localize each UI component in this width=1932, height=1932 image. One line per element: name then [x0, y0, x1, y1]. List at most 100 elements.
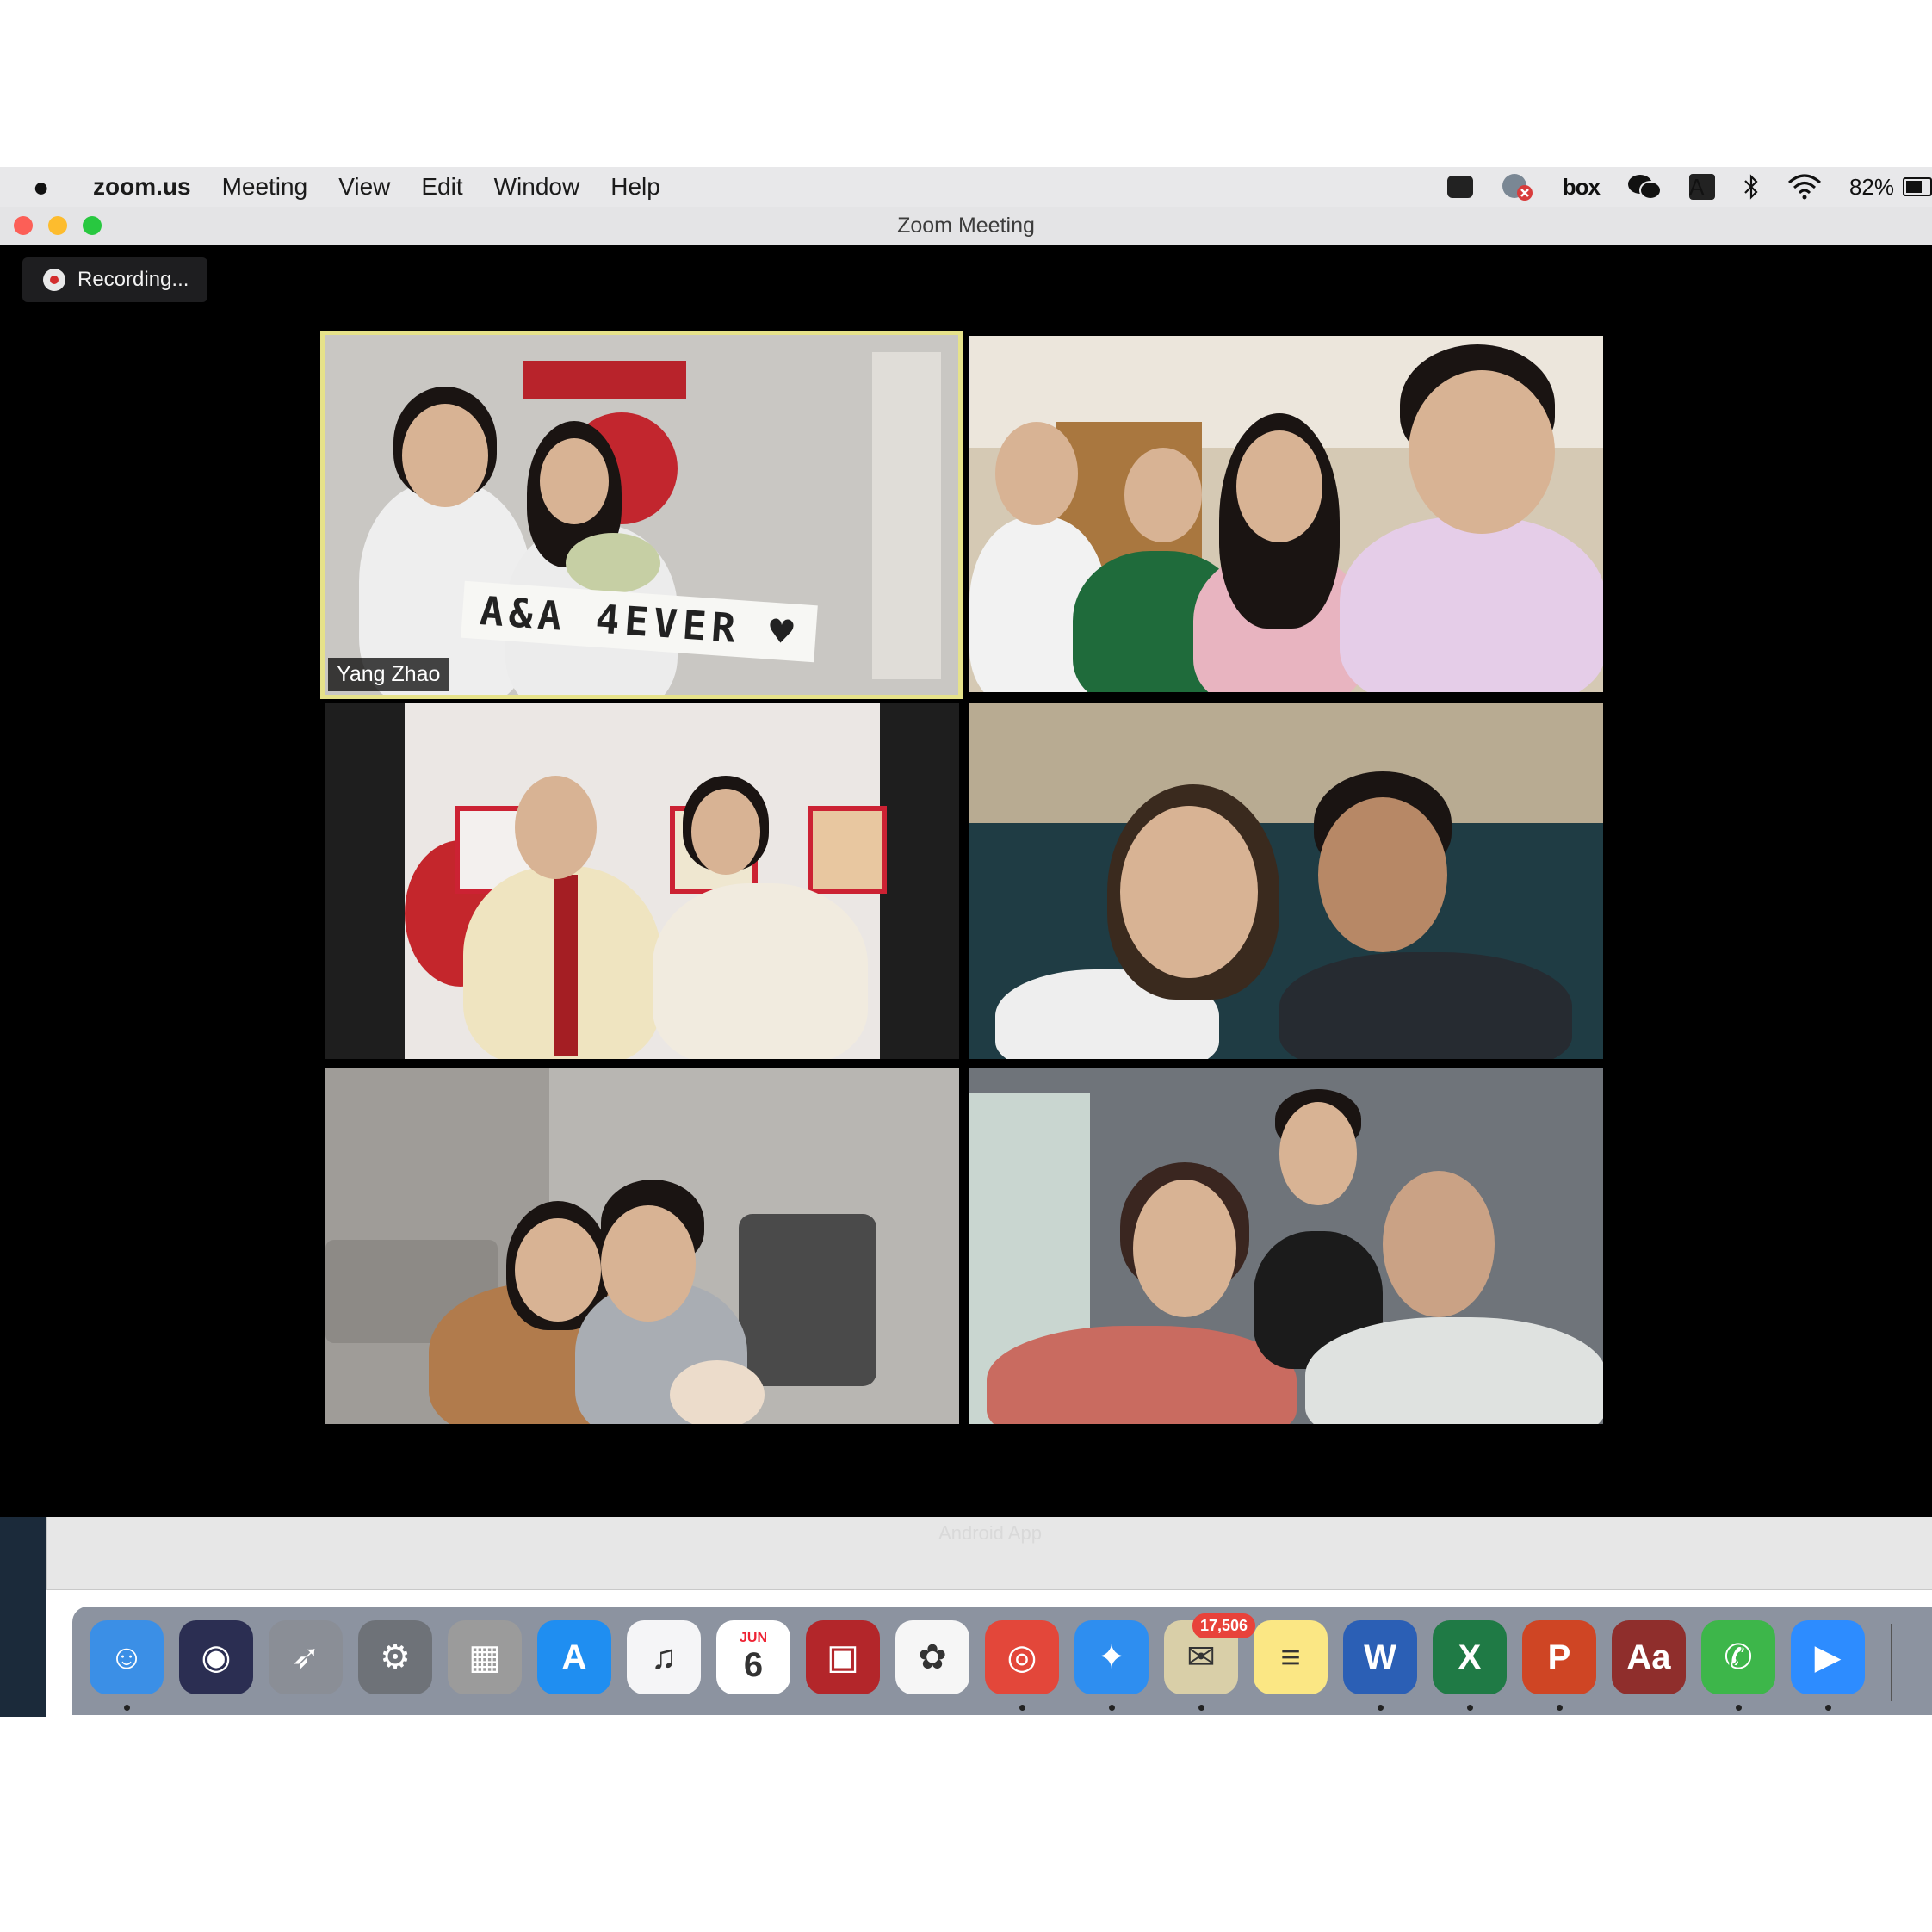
person-mother: [653, 883, 868, 1059]
person: [1340, 517, 1603, 692]
apple-menu-icon[interactable]: ●: [33, 167, 67, 207]
dock-glyph: 6: [743, 1645, 764, 1684]
world-map-wall: [969, 703, 1603, 823]
video-tile-4[interactable]: [969, 703, 1603, 1059]
launchpad-icon[interactable]: ➶: [269, 1620, 343, 1694]
dock-glyph: ▦: [468, 1638, 501, 1676]
calendar-month-label: JUN: [739, 1630, 767, 1645]
dock-glyph: X: [1458, 1638, 1482, 1676]
face: [1383, 1171, 1495, 1317]
menu-edit[interactable]: Edit: [421, 167, 462, 207]
window-title: Zoom Meeting: [897, 214, 1035, 238]
running-indicator: [1198, 1705, 1204, 1711]
music-icon[interactable]: ♫: [627, 1620, 701, 1694]
wall-art: [808, 806, 887, 894]
person: [1305, 1317, 1603, 1424]
running-indicator: [1736, 1705, 1742, 1711]
person: [1279, 952, 1572, 1059]
desktop-background: [0, 1517, 46, 1717]
dock-separator: [1891, 1624, 1892, 1701]
running-indicator: [1557, 1705, 1563, 1711]
safari-icon[interactable]: ✦: [1074, 1620, 1149, 1694]
bluetooth-icon[interactable]: [1743, 173, 1760, 201]
dock-glyph: ≡: [1280, 1638, 1301, 1676]
dock-glyph: ✿: [918, 1638, 947, 1676]
finder-icon[interactable]: ☺: [90, 1620, 164, 1694]
dock-glyph: ◎: [1006, 1638, 1037, 1676]
person: [987, 1326, 1297, 1424]
running-indicator: [1378, 1705, 1384, 1711]
app-menu[interactable]: zoom.us: [93, 167, 191, 207]
powerpoint-icon[interactable]: P: [1522, 1620, 1596, 1694]
recording-indicator[interactable]: Recording...: [22, 257, 208, 302]
dock-glyph: ♫: [651, 1638, 677, 1676]
face: [515, 776, 597, 879]
wechat-icon[interactable]: ✆: [1701, 1620, 1775, 1694]
battery-icon[interactable]: [1898, 177, 1932, 196]
face: [601, 1205, 696, 1322]
menu-bar: ● zoom.us Meeting View Edit Window Help …: [0, 167, 1932, 207]
dictionary-icon[interactable]: Aa: [1612, 1620, 1686, 1694]
dock-glyph: ⚙: [380, 1638, 411, 1676]
app-store-icon[interactable]: A: [537, 1620, 611, 1694]
photo-booth-icon[interactable]: ▣: [806, 1620, 880, 1694]
siri-icon[interactable]: ◉: [179, 1620, 253, 1694]
input-source-icon[interactable]: A: [1688, 174, 1715, 200]
dock-glyph: A: [561, 1638, 587, 1676]
mail-unread-badge: 17,506: [1192, 1613, 1255, 1638]
video-tile-yang-zhao[interactable]: A&A 4EVER ♥ Yang Zhao: [320, 331, 963, 699]
dock-glyph: ✉: [1186, 1638, 1216, 1676]
dock-glyph: W: [1364, 1638, 1396, 1676]
box-icon[interactable]: box: [1563, 174, 1601, 201]
face: [1124, 448, 1202, 542]
face: [691, 789, 760, 875]
calendar-icon[interactable]: JUN 6: [716, 1620, 790, 1694]
background-window[interactable]: Android App: [46, 1517, 1932, 1590]
calculator-icon[interactable]: ▦: [448, 1620, 522, 1694]
recording-label: Recording...: [77, 268, 189, 291]
dock-glyph: ▶: [1814, 1638, 1842, 1676]
wifi-icon[interactable]: [1787, 174, 1822, 200]
photos-icon[interactable]: ✿: [895, 1620, 969, 1694]
menu-help[interactable]: Help: [610, 167, 660, 207]
face: [1279, 1102, 1357, 1205]
window-titlebar[interactable]: Zoom Meeting: [0, 207, 1932, 245]
face: [1409, 370, 1555, 534]
word-icon[interactable]: W: [1343, 1620, 1417, 1694]
excel-icon[interactable]: X: [1433, 1620, 1507, 1694]
face: [515, 1218, 601, 1322]
face: [1120, 806, 1258, 978]
participant-name-label: Yang Zhao: [328, 658, 449, 691]
menu-view[interactable]: View: [338, 167, 390, 207]
running-indicator: [1467, 1705, 1473, 1711]
wechat-icon[interactable]: [1627, 173, 1662, 201]
window-blinds: [872, 352, 941, 679]
dock-glyph: ☺: [108, 1638, 145, 1676]
face: [540, 438, 609, 524]
background-window-title: Android App: [938, 1522, 1042, 1544]
dock-glyph: ▣: [827, 1638, 859, 1676]
video-tile-6[interactable]: [969, 1068, 1603, 1424]
video-tile-2[interactable]: [969, 336, 1603, 692]
office-chair: [739, 1214, 876, 1386]
face: [995, 422, 1078, 525]
running-indicator: [1109, 1705, 1115, 1711]
video-tile-5[interactable]: [325, 1068, 959, 1424]
status-area: box A 82%: [1420, 167, 1932, 207]
notes-icon[interactable]: ≡: [1254, 1620, 1328, 1694]
dock-glyph: P: [1547, 1638, 1571, 1676]
system-preferences-icon[interactable]: ⚙: [358, 1620, 432, 1694]
dock-glyph: ✆: [1724, 1638, 1753, 1676]
zoom-icon[interactable]: [1446, 176, 1473, 198]
video-tile-3[interactable]: [325, 703, 959, 1059]
dock-glyph: ✦: [1097, 1638, 1126, 1676]
menu-meeting[interactable]: Meeting: [222, 167, 308, 207]
mail-icon[interactable]: ✉ 17,506: [1164, 1613, 1255, 1694]
dog: [670, 1360, 765, 1424]
chrome-icon[interactable]: ◎: [985, 1620, 1059, 1694]
menu-window[interactable]: Window: [494, 167, 580, 207]
running-indicator: [1825, 1705, 1831, 1711]
red-paper-cutting: [523, 361, 686, 399]
globe-icon[interactable]: [1501, 172, 1535, 201]
zoom-app-icon[interactable]: ▶: [1791, 1620, 1865, 1694]
